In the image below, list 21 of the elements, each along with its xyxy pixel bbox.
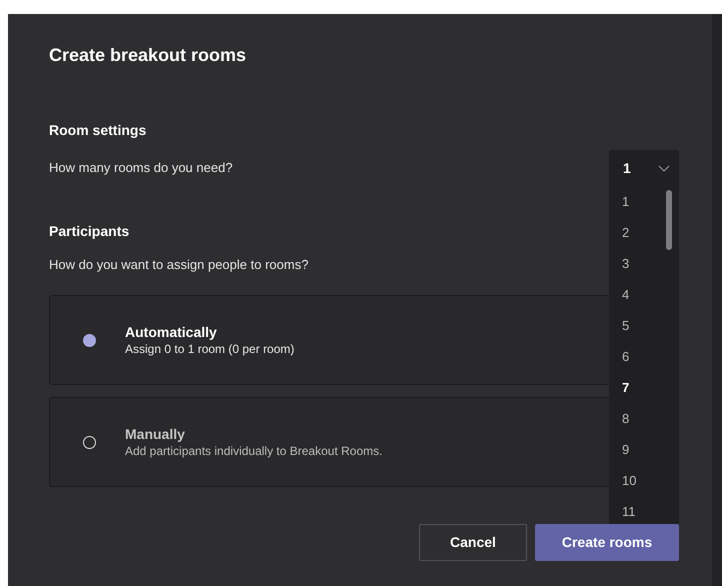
option-description: Assign 0 to 1 room (0 per room) (125, 341, 294, 357)
dropdown-option[interactable]: 11 (609, 496, 679, 527)
create-button[interactable]: Create rooms (535, 524, 679, 561)
dropdown-option[interactable]: 2 (609, 217, 679, 248)
option-description: Add participants individually to Breakout Rooms. (125, 443, 382, 459)
section-heading: Participants (49, 222, 130, 240)
dropdown-value: 1 (623, 158, 631, 178)
chevron-icon (658, 164, 670, 172)
cancel-button[interactable]: Cancel (419, 524, 527, 561)
option-title: Automatically (125, 323, 218, 341)
dropdown-option[interactable]: 3 (609, 248, 679, 279)
radio-button[interactable] (83, 436, 96, 448)
question-text: How many rooms do you need? (49, 159, 233, 177)
option-title: Manually (125, 425, 186, 443)
scrollbar-thumb[interactable] (666, 190, 672, 250)
section-heading: Room settings (49, 121, 146, 139)
dropdown-option[interactable]: 1 (609, 186, 679, 217)
room-count-dropdown[interactable]: 1 (609, 150, 679, 186)
dialog-title: Create breakout rooms (49, 44, 248, 67)
radio-button[interactable] (83, 334, 96, 346)
question-text: How do you want to assign people to rooms? (49, 256, 308, 274)
